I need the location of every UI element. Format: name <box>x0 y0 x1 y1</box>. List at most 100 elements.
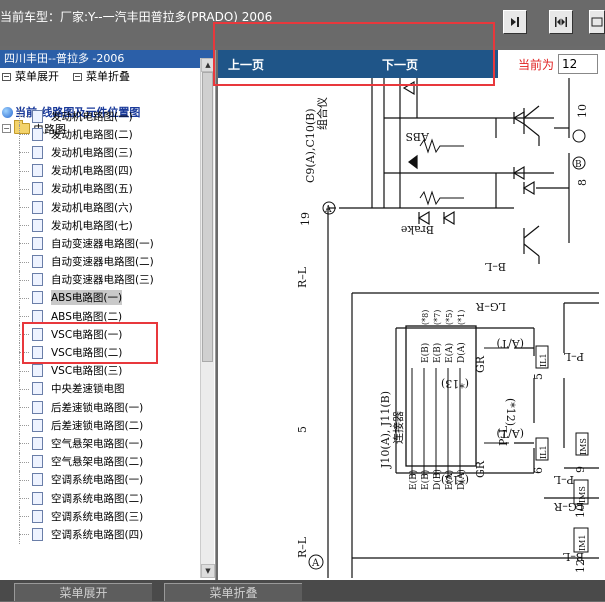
r-l-bottom-label: R–L <box>296 536 309 558</box>
tree-item[interactable]: ABS电路图(二) <box>0 307 200 326</box>
tree-item[interactable]: 空调系统电路图(二) <box>0 488 200 508</box>
connector-pin-bottom-label: E(B) <box>408 470 419 490</box>
tree-item[interactable]: 后差速锁电路图(二) <box>0 416 200 435</box>
tree-item-label: 发动机电路图(三) <box>51 146 133 159</box>
tree-item[interactable]: 自动变速器电路图(二) <box>0 252 200 271</box>
fit-width-icon <box>555 17 567 27</box>
num-10-ims-label: 10 <box>574 504 587 518</box>
tree-item[interactable]: VSC电路图(二) <box>0 343 200 362</box>
tree-item-label: 自动变速器电路图(一) <box>51 237 154 250</box>
connector-pin-top-label: E(A) <box>444 343 455 363</box>
scroll-thumb[interactable] <box>202 72 213 362</box>
tree-item-label: 发动机电路图(五) <box>51 183 133 196</box>
current-page-label: 当前为 <box>518 57 555 72</box>
il1-bottom-label: IL1 <box>539 445 548 459</box>
star13-top-label: (*13) <box>441 377 469 390</box>
sms-label: IMS <box>579 438 588 455</box>
scroll-up-arrow-icon[interactable]: ▲ <box>201 58 215 72</box>
combo-meter-label: 组合仪 <box>315 97 329 130</box>
abs-label: ABS <box>405 130 430 143</box>
wiring-diagram[interactable]: A B A C9(A),C10(B) 组合仪 ABS Brake 19 8 10… <box>224 78 599 580</box>
pin-a-label: A <box>324 205 332 215</box>
document-icon <box>32 527 43 541</box>
num-10-top-label: 10 <box>576 104 589 118</box>
bottom-expand-button[interactable]: 菜单展开 <box>14 583 152 601</box>
document-icon <box>32 327 43 341</box>
tree-item-label: 自动变速器电路图(三) <box>51 274 154 287</box>
tree-item[interactable]: 发动机电路图(三) <box>0 143 200 162</box>
tree-item[interactable]: 空调系统电路图(一) <box>0 470 200 490</box>
tree-item-label: 空调系统电路图(四) <box>51 528 144 541</box>
tree-item-label: 发动机电路图(四) <box>51 165 133 178</box>
next-page-link[interactable]: 下一页 <box>382 56 418 73</box>
tree-item[interactable]: 中央差速锁电图 <box>0 379 200 399</box>
tree-item[interactable]: 发动机电路图(一) <box>0 107 200 126</box>
p-l-bottom-label: P–L <box>553 473 574 486</box>
bottom-collapse-button[interactable]: 菜单折叠 <box>164 583 302 601</box>
tree-item[interactable]: 发动机电路图(二) <box>0 125 200 144</box>
connector-pin-bottom-label: E(A) <box>444 470 455 490</box>
tree-item-label: ABS电路图(一) <box>51 290 123 306</box>
num-6-il1-label: 6 <box>532 467 545 474</box>
document-icon <box>32 382 43 396</box>
il1-top-label: IL1 <box>539 353 548 367</box>
tree-item-label: VSC电路图(三) <box>51 365 123 378</box>
zoom-icon <box>591 17 603 27</box>
zoom-button[interactable] <box>589 10 605 34</box>
tree-item[interactable]: 发动机电路图(六) <box>0 197 200 217</box>
fit-width-button[interactable] <box>549 10 573 34</box>
tree-item-label: 空气悬架电路图(二) <box>51 456 144 469</box>
expand-menu-button[interactable]: 菜单展开 <box>2 68 59 86</box>
tree-item[interactable]: ABS电路图(一) <box>0 288 200 308</box>
scroll-down-arrow-icon[interactable]: ▼ <box>201 564 215 578</box>
tree-item[interactable]: 空气悬架电路图(二) <box>0 452 200 471</box>
tree-item[interactable]: 后差速锁电路图(一) <box>0 398 200 417</box>
tree-item-label: VSC电路图(一) <box>51 328 123 341</box>
tree-item[interactable]: 发动机电路图(七) <box>0 216 200 235</box>
tree-item-label: 后差速锁电路图(一) <box>51 401 144 414</box>
connector-pin-bottom-label: D(A) <box>456 469 467 490</box>
r-l-top-label: R–L <box>296 266 309 288</box>
tree-item[interactable]: 自动变速器电路图(一) <box>0 234 200 253</box>
num-9-label: 9 <box>574 466 587 473</box>
page-number-input[interactable] <box>558 54 599 74</box>
tree-item[interactable]: VSC电路图(一) <box>0 325 200 344</box>
collapse-menu-label: 菜单折叠 <box>86 70 130 83</box>
bottom-bar: 菜单展开 菜单折叠 <box>0 580 605 601</box>
connector-pin-top-label: D(A) <box>456 342 467 363</box>
tree-item[interactable]: 发动机电路图(四) <box>0 161 200 180</box>
document-icon <box>32 236 43 250</box>
tree-item[interactable]: 空调系统电路图(三) <box>0 507 200 526</box>
at-bottom-label: (A/T) <box>496 427 524 440</box>
tree-item[interactable]: 空调系统电路图(四) <box>0 525 200 544</box>
prev-page-link[interactable]: 上一页 <box>228 56 264 73</box>
tree-item-label: 发动机电路图(二) <box>51 128 133 141</box>
document-icon <box>32 127 43 141</box>
connector-pin-bottom-label: E(B) <box>420 470 431 490</box>
b-l-label: B–L <box>484 260 506 273</box>
pin-b-label: B <box>575 160 582 170</box>
tree-item[interactable]: VSC电路图(三) <box>0 361 200 381</box>
connector-variant-label: (*7) <box>433 310 442 325</box>
fit-page-button[interactable] <box>503 10 527 34</box>
tree-item[interactable]: 自动变速器电路图(三) <box>0 270 200 290</box>
document-icon <box>32 346 43 360</box>
car-model-title: 当前车型：厂家:Y--一汽丰田普拉多(PRADO) 2006 <box>0 10 273 24</box>
page-indicator: 当前为 <box>518 54 599 74</box>
num-5-left-label: 5 <box>296 426 309 433</box>
document-icon <box>32 164 43 178</box>
document-icon <box>32 436 43 450</box>
connector-variant-label: (*8) <box>421 310 430 325</box>
collapse-menu-button[interactable]: 菜单折叠 <box>73 68 130 86</box>
left-scrollbar[interactable]: ▲ ▼ <box>200 58 215 578</box>
star12-label: (*12) <box>504 398 517 426</box>
tree-item[interactable]: 发动机电路图(五) <box>0 179 200 199</box>
ims-label: IMS <box>578 486 587 503</box>
tree-item-label: 空调系统电路图(三) <box>51 510 144 523</box>
document-icon <box>32 145 43 159</box>
tree-item-label: 后差速锁电路图(二) <box>51 419 144 432</box>
gr-bottom-label: GR <box>474 460 487 478</box>
tree-item[interactable]: 空气悬架电路图(一) <box>0 434 200 453</box>
expand-menu-label: 菜单展开 <box>15 70 59 83</box>
fit-page-icon <box>511 17 519 27</box>
